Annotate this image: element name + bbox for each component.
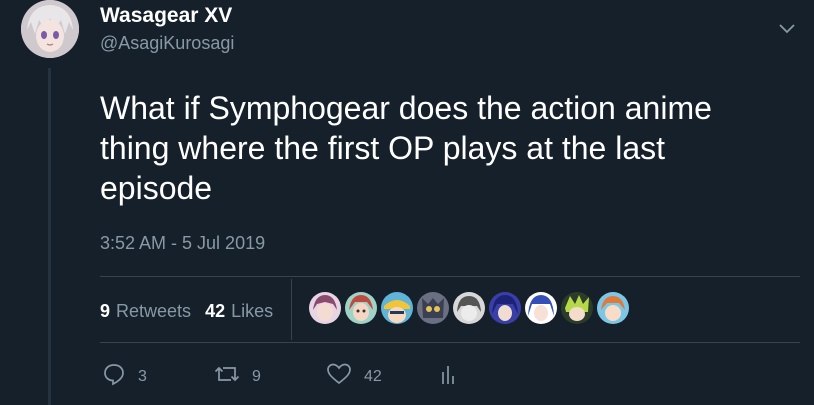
tweet-stats: 9 Retweets 42 Likes: [100, 298, 287, 324]
retweets-stat[interactable]: 9 Retweets: [100, 301, 191, 322]
analytics-icon: [438, 362, 458, 391]
retweet-count: 9: [252, 367, 261, 385]
tweet-timestamp[interactable]: 3:52 AM - 5 Jul 2019: [100, 233, 265, 254]
liker-avatar[interactable]: [345, 292, 377, 324]
liker-avatar[interactable]: [453, 292, 485, 324]
chevron-down-icon[interactable]: [778, 22, 796, 36]
liker-avatar[interactable]: [597, 292, 629, 324]
like-button[interactable]: 42: [326, 362, 382, 391]
liker-avatar[interactable]: [381, 292, 413, 324]
avatar[interactable]: [21, 0, 79, 58]
like-count: 42: [364, 367, 382, 385]
heart-icon: [326, 362, 352, 391]
reply-button[interactable]: 3: [102, 362, 147, 391]
analytics-button[interactable]: [438, 362, 458, 391]
likes-count: 42: [205, 300, 226, 321]
display-name[interactable]: Wasagear XV: [100, 4, 232, 28]
likes-label: Likes: [231, 300, 274, 321]
liker-avatar[interactable]: [309, 292, 341, 324]
liker-avatar[interactable]: [489, 292, 521, 324]
reply-icon: [102, 362, 126, 391]
user-handle[interactable]: @AsagiKurosagi: [100, 33, 234, 54]
divider-top: [100, 276, 800, 277]
thread-line: [48, 68, 51, 405]
liker-avatar[interactable]: [417, 292, 449, 324]
liker-avatar[interactable]: [525, 292, 557, 324]
retweets-label: Retweets: [116, 300, 192, 321]
liker-avatar[interactable]: [561, 292, 593, 324]
divider-bottom: [100, 342, 800, 343]
retweets-count: 9: [100, 300, 111, 321]
liker-avatars: [309, 292, 633, 324]
retweet-button[interactable]: 9: [214, 362, 261, 391]
reply-count: 3: [138, 367, 147, 385]
tweet-text: What if Symphogear does the action anime…: [100, 90, 712, 206]
stats-separator: [291, 279, 292, 340]
likes-stat[interactable]: 42 Likes: [205, 301, 273, 322]
retweet-icon: [214, 362, 240, 391]
